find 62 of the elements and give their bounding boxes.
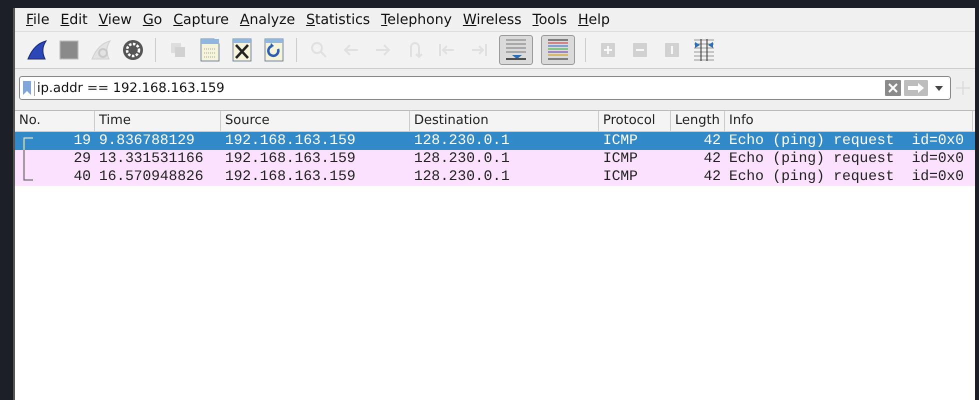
table-cell-text: 42: [702, 168, 722, 186]
menu-item[interactable]: Edit: [57, 12, 96, 28]
table-cell-text: 16.570948826: [98, 168, 204, 186]
table-cell-text: 128.230.0.1: [413, 150, 511, 168]
table-cell-text: ICMP: [602, 168, 639, 186]
shark-fin-icon: [26, 39, 48, 61]
table-cell-text: 192.168.163.159: [224, 150, 357, 168]
table-cell-text: 29: [72, 150, 92, 168]
resize-columns-icon: [693, 38, 715, 62]
zoom-in-icon: [601, 43, 615, 57]
file-icon: [200, 38, 220, 62]
menu-item[interactable]: Analyze: [236, 12, 304, 28]
menu-item[interactable]: Help: [575, 12, 618, 28]
column-header[interactable]: No.: [15, 111, 95, 131]
column-header[interactable]: Protocol: [599, 111, 671, 131]
autoscroll-icon: [504, 38, 528, 62]
colored-lines-icon: [546, 38, 570, 62]
table-cell-text: 19: [72, 132, 92, 150]
table-cell-text: Echo (ping) request id=0x0: [728, 168, 965, 186]
toolbar-button[interactable]: [541, 35, 575, 65]
menu-item[interactable]: View: [96, 12, 140, 28]
menu-item[interactable]: Go: [140, 12, 170, 28]
menu-item[interactable]: File: [23, 12, 58, 28]
menu-item[interactable]: Tools: [530, 12, 576, 28]
table-cell-text: ICMP: [602, 132, 639, 150]
stop-icon: [59, 40, 79, 60]
zoom-reset-icon: [665, 43, 679, 57]
table-cell-text: 13.331531166: [98, 150, 204, 168]
packet-row[interactable]: 40 16.570948826 192.168.163.159 128.230.0.1 ICMP 42 Echo (ping) request id=0x0: [15, 168, 975, 186]
menu-item[interactable]: Telephony: [378, 12, 460, 28]
reload-file-icon: [264, 38, 284, 62]
menu-item[interactable]: Statistics: [303, 12, 378, 28]
copy-icon: [170, 42, 186, 58]
table-cell-text: 192.168.163.159: [224, 168, 357, 186]
column-header[interactable]: Length: [671, 111, 725, 131]
table-cell-text: 42: [702, 132, 722, 150]
conversation-line-icon: [23, 150, 25, 168]
zoom-out-icon: [633, 43, 647, 57]
table-cell-text: Echo (ping) request id=0x0: [728, 150, 965, 168]
table-cell-text: 42: [702, 150, 722, 168]
restart-icon: [90, 39, 112, 61]
column-header[interactable]: Source: [221, 111, 410, 131]
table-cell-text: 9.836788129: [98, 132, 196, 150]
table-cell-text: 128.230.0.1: [413, 132, 511, 150]
filter-input[interactable]: ip.addr == 192.168.163.159: [34, 80, 882, 96]
table-cell-text: 192.168.163.159: [224, 132, 357, 150]
table-cell-text: Echo (ping) request id=0x0: [728, 132, 965, 150]
clear-button[interactable]: [885, 80, 901, 96]
menu-item[interactable]: Wireless: [460, 12, 530, 28]
packet-row[interactable]: 29 13.331531166 192.168.163.159 128.230.0.1 ICMP 42 Echo (ping) request id=0x0: [15, 150, 975, 168]
menu-item[interactable]: Capture: [170, 12, 237, 28]
table-cell-text: 128.230.0.1: [413, 168, 511, 186]
filter-field[interactable]: ip.addr == 192.168.163.159: [19, 76, 951, 100]
table-cell-text: 40: [72, 168, 92, 186]
packet-row[interactable]: 19 9.836788129 192.168.163.159 128.230.0.1 ICMP 42 Echo (ping) request id=0x0: [15, 132, 975, 150]
column-header[interactable]: Time: [95, 111, 221, 131]
column-header[interactable]: Destination: [410, 111, 599, 131]
settings-icon: [122, 39, 144, 61]
close-file-icon: [232, 38, 252, 62]
table-cell-text: ICMP: [602, 150, 639, 168]
bookmark-icon[interactable]: [23, 81, 31, 95]
column-header[interactable]: Info: [725, 111, 973, 131]
